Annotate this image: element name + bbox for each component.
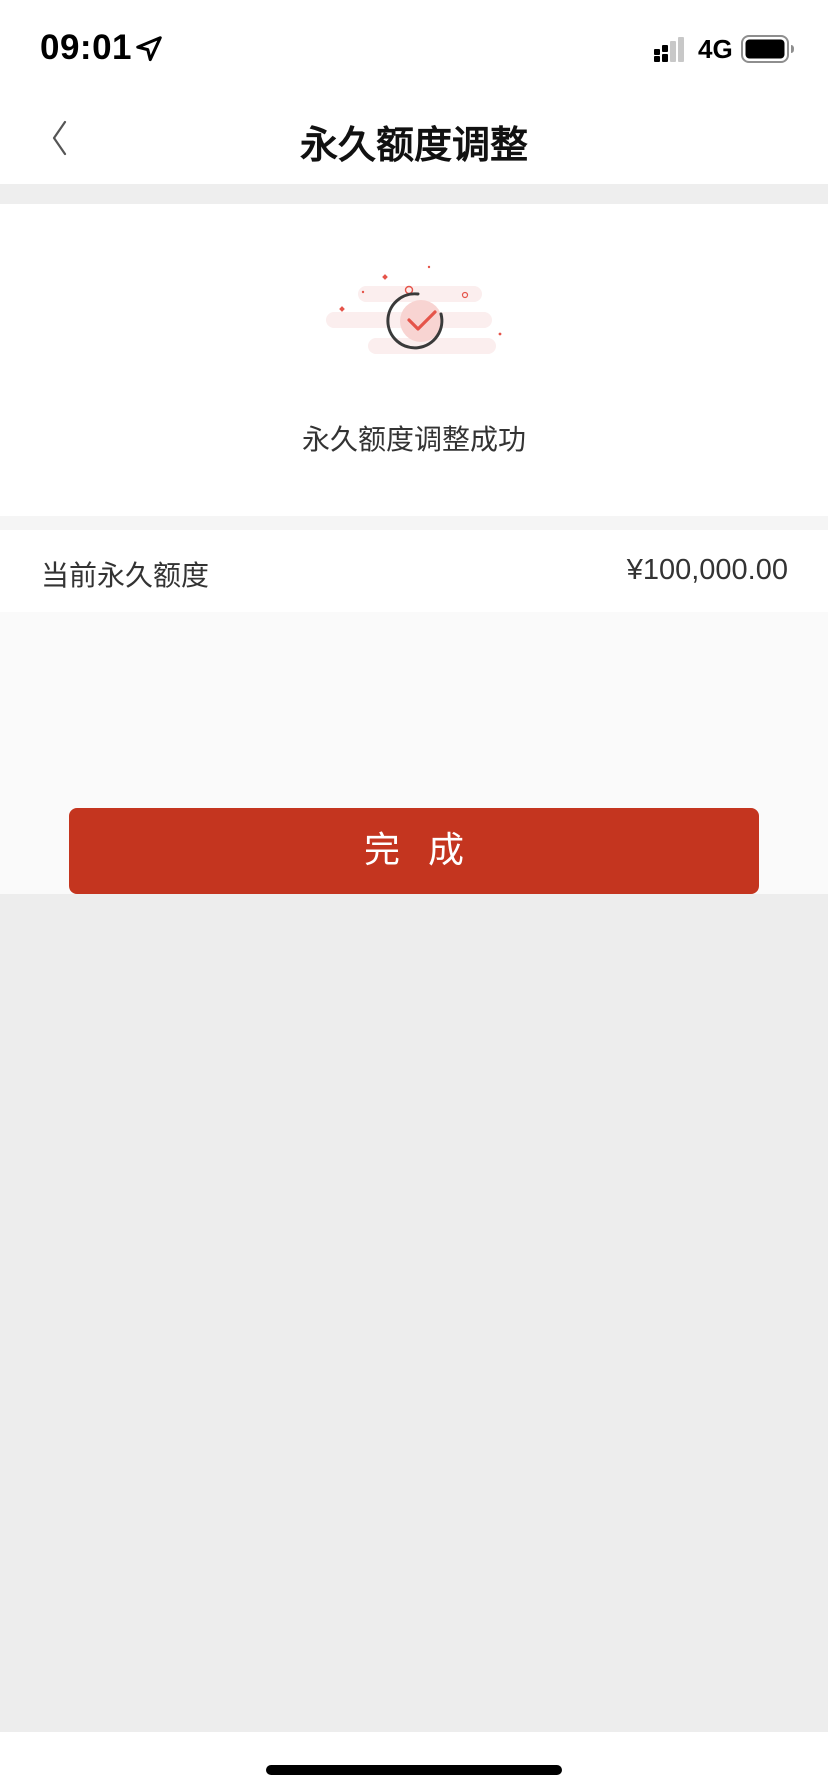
success-message: 永久额度调整成功 bbox=[301, 423, 526, 456]
done-button[interactable]: 完成 bbox=[69, 808, 759, 894]
page-title: 永久额度调整 bbox=[299, 123, 528, 167]
nav-bar: 永久额度调整 bbox=[0, 92, 828, 184]
button-area: 完成 bbox=[0, 612, 828, 894]
section-divider bbox=[0, 516, 828, 530]
signal-icon bbox=[654, 37, 684, 62]
limit-row: 当前永久额度 ¥100,000.00 bbox=[0, 530, 828, 612]
battery-icon bbox=[741, 35, 794, 63]
success-check-icon bbox=[326, 265, 502, 354]
section-divider bbox=[0, 184, 828, 204]
home-area bbox=[0, 1732, 828, 1792]
limit-label: 当前永久额度 bbox=[41, 559, 210, 592]
location-arrow-icon bbox=[136, 36, 162, 62]
status-bar: 09:01 4G bbox=[0, 0, 828, 92]
status-time: 09:01 bbox=[40, 28, 133, 67]
network-type: 4G bbox=[698, 34, 733, 64]
home-indicator[interactable] bbox=[266, 1765, 562, 1775]
success-card: 永久额度调整成功 bbox=[0, 204, 828, 516]
limit-value: ¥100,000.00 bbox=[626, 554, 788, 586]
